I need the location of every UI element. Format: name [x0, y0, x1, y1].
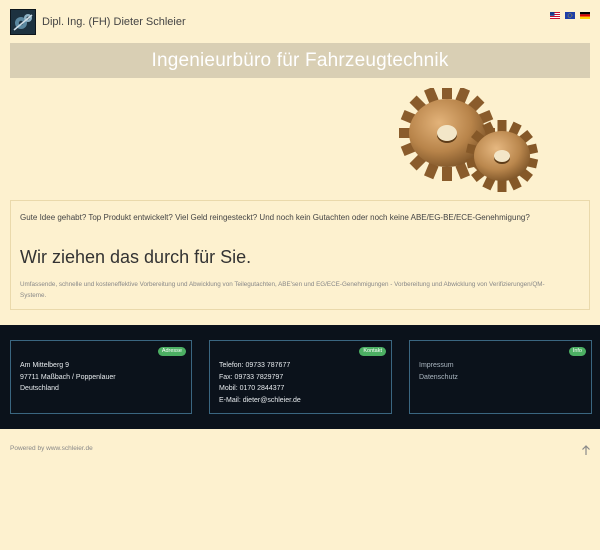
contact-lines: Telefon: 09733 787677 Fax: 09733 7829797… — [219, 360, 301, 406]
contact-mobile: Mobil: 0170 2844377 — [219, 385, 285, 392]
datenschutz-link[interactable]: Datenschutz — [419, 372, 458, 384]
intro-body: Umfassende, schnelle und kosteneffektive… — [20, 281, 545, 299]
address-badge: Adresse — [157, 347, 186, 356]
info-card: Info Impressum Datenschutz — [409, 340, 592, 414]
contact-phone: Telefon: 09733 787677 — [219, 362, 291, 369]
info-links: Impressum Datenschutz — [419, 360, 458, 383]
de-flag-icon[interactable] — [580, 12, 590, 19]
arrow-up-icon[interactable] — [580, 444, 592, 456]
intro-box: Gute Idee gehabt? Top Produkt entwickelt… — [10, 200, 590, 310]
contact-badge: Kontakt — [359, 347, 386, 356]
brand-name[interactable]: Dipl. Ing. (FH) Dieter Schleier — [42, 16, 186, 28]
contact-card: Kontakt Telefon: 09733 787677 Fax: 09733… — [209, 340, 392, 414]
address-line: Deutschland — [20, 385, 59, 392]
language-switcher — [550, 12, 590, 19]
intro-question: Gute Idee gehabt? Top Produkt entwickelt… — [20, 213, 530, 222]
page-title: Ingenieurbüro für Fahrzeugtechnik — [151, 49, 449, 71]
top-bar: Dipl. Ing. (FH) Dieter Schleier — [0, 0, 600, 42]
contact-email[interactable]: E-Mail: dieter@schleier.de — [219, 395, 301, 407]
gears-image — [399, 88, 539, 192]
eu-flag-icon[interactable] — [565, 12, 575, 19]
powered-by-link[interactable]: Powered by www.schleier.de — [10, 445, 93, 452]
us-flag-icon[interactable] — [550, 12, 560, 19]
hero-banner: Ingenieurbüro für Fahrzeugtechnik — [10, 43, 590, 78]
address-lines: Am Mittelberg 9 97711 Maßbach / Poppenla… — [20, 360, 116, 395]
intro-heading: Wir ziehen das durch für Sie. — [20, 247, 252, 267]
address-card: Adresse Am Mittelberg 9 97711 Maßbach / … — [10, 340, 192, 414]
info-badge: Info — [568, 347, 586, 356]
contact-fax: Fax: 09733 7829797 — [219, 373, 284, 381]
address-line: Am Mittelberg 9 — [20, 362, 70, 369]
gear-logo-icon[interactable] — [10, 9, 36, 35]
address-line: 97711 Maßbach / Poppenlauer — [20, 373, 116, 381]
impressum-link[interactable]: Impressum — [419, 360, 458, 372]
footer: Adresse Am Mittelberg 9 97711 Maßbach / … — [0, 325, 600, 429]
